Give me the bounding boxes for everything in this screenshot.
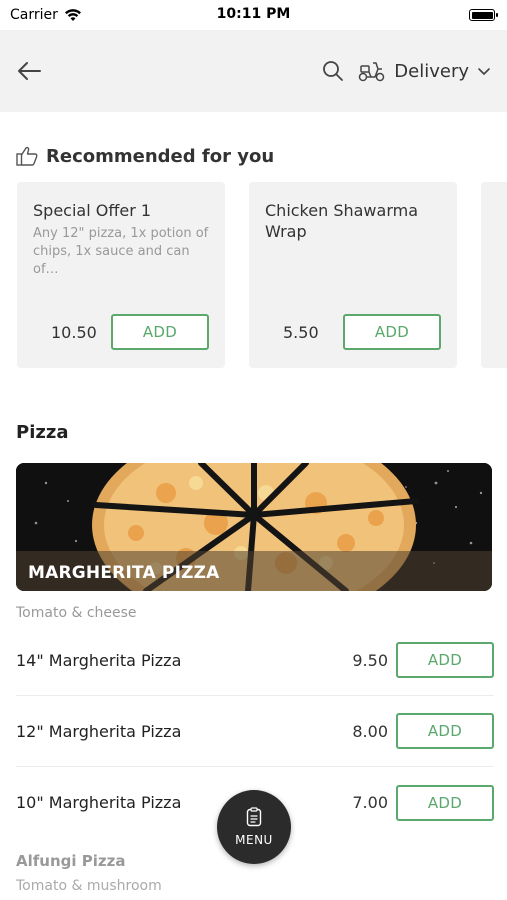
- arrow-left-icon[interactable]: [16, 61, 42, 81]
- category-banner: MARGHERITA PIZZA: [16, 463, 492, 591]
- add-button[interactable]: ADD: [396, 642, 494, 678]
- menu-item-price: 7.00: [352, 793, 388, 812]
- header-actions: Delivery: [322, 60, 491, 82]
- menu-item-name: 10" Margherita Pizza: [16, 793, 182, 812]
- add-button[interactable]: ADD: [396, 784, 494, 821]
- banner-title: MARGHERITA PIZZA: [28, 563, 220, 583]
- add-button[interactable]: ADD: [396, 713, 494, 749]
- delivery-label: Delivery: [394, 60, 469, 82]
- card-title: Chicken Shawarma Wrap: [265, 201, 418, 241]
- wifi-icon: [64, 9, 81, 21]
- status-left: Carrier: [10, 7, 82, 23]
- menu-clipboard-icon: [246, 807, 262, 827]
- banner-subtitle: Tomato & cheese: [16, 605, 137, 621]
- chevron-down-icon: [478, 68, 490, 75]
- menu-item-row: 12" Margherita Pizza 8.00 ADD: [16, 696, 494, 767]
- card-footer: 5.50 ADD: [265, 314, 441, 350]
- recommended-heading: Recommended for you: [16, 144, 507, 168]
- menu-item-name: 12" Margherita Pizza: [16, 721, 182, 741]
- menu-button[interactable]: MENU: [217, 790, 291, 864]
- battery-icon: [469, 9, 498, 21]
- menu-item-price: 8.00: [352, 721, 388, 741]
- menu-button-label: MENU: [235, 833, 273, 847]
- menu-item-name: 14" Margherita Pizza: [16, 650, 182, 670]
- add-button[interactable]: ADD: [343, 314, 441, 350]
- recommended-carousel[interactable]: Special Offer 1 Any 12" pizza, 1x potion…: [0, 182, 507, 370]
- add-button[interactable]: ADD: [111, 314, 209, 350]
- card-footer: 10.50 ADD: [33, 314, 209, 350]
- recommended-card[interactable]: Chicken Shawarma Wrap 5.50 ADD: [249, 182, 457, 368]
- next-section-subtitle: Tomato & mushroom: [16, 878, 162, 894]
- recommended-card[interactable]: Special Offer 1 Any 12" pizza, 1x potion…: [17, 182, 225, 368]
- menu-item-price: 9.50: [352, 650, 388, 670]
- carrier-label: Carrier: [10, 7, 58, 23]
- header-bar: Delivery: [0, 30, 507, 112]
- recommended-card-peek[interactable]: [481, 182, 507, 368]
- card-title: Special Offer 1: [33, 201, 152, 220]
- category-title: Pizza: [16, 422, 69, 443]
- search-icon[interactable]: [322, 60, 344, 82]
- card-price: 10.50: [51, 322, 97, 342]
- recommended-title: Recommended for you: [46, 145, 275, 167]
- status-bar: Carrier 10:11 PM: [0, 0, 507, 30]
- delivery-toggle[interactable]: Delivery: [358, 60, 491, 82]
- card-price: 5.50: [283, 322, 319, 342]
- card-description: Any 12" pizza, 1x potion of chips, 1x sa…: [33, 226, 209, 277]
- scooter-icon: [359, 62, 385, 82]
- thumbs-up-icon: [16, 146, 38, 166]
- menu-item-row: 14" Margherita Pizza 9.50 ADD: [16, 625, 494, 696]
